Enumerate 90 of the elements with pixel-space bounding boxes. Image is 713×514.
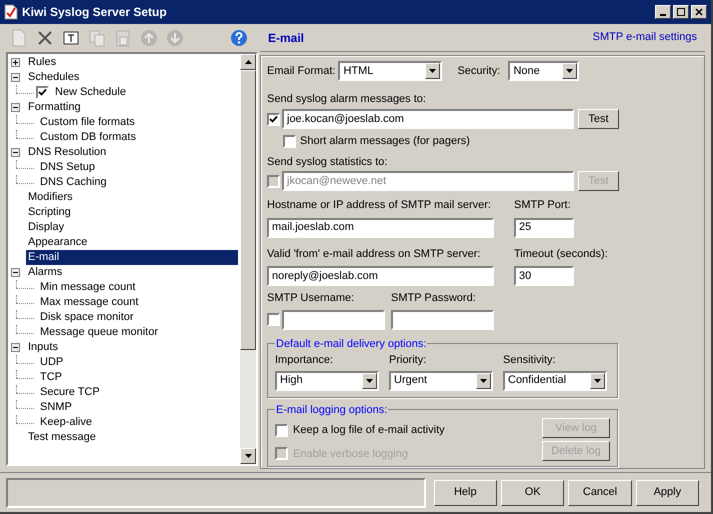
port-field[interactable]: 25: [514, 218, 574, 238]
push-button[interactable]: OK: [500, 480, 564, 506]
section-title: E-mail: [268, 30, 306, 46]
push-button[interactable]: Test: [578, 109, 619, 129]
checkbox-label: Short alarm messages (for pagers): [300, 134, 470, 149]
caret-icon: [566, 69, 574, 73]
tree-item[interactable]: Test message: [26, 430, 98, 445]
field-label: Email Format:: [267, 64, 336, 79]
app-icon: [4, 4, 18, 20]
email-format-dropdown[interactable]: HTML: [338, 61, 442, 81]
tree-item[interactable]: Display: [26, 220, 66, 235]
checkbox-label: Keep a log file of e-mail activity: [293, 423, 445, 438]
field-label: SMTP Password:: [391, 291, 477, 306]
tree-item[interactable]: Formatting: [26, 100, 83, 115]
field-label: Hostname or IP address of SMTP mail server:: [267, 198, 492, 213]
tree-item[interactable]: Inputs: [26, 340, 60, 355]
collapse-icon[interactable]: [11, 103, 20, 112]
tree-item[interactable]: Keep-alive: [38, 415, 94, 430]
field-label: Sensitivity:: [503, 353, 557, 368]
option-dropdown[interactable]: Confidential: [503, 370, 607, 390]
scrollbar[interactable]: [240, 54, 256, 464]
tree-item[interactable]: Rules: [26, 55, 58, 70]
tree-item[interactable]: Custom file formats: [38, 115, 137, 130]
push-button[interactable]: Cancel: [568, 480, 632, 506]
option-dropdown[interactable]: Urgent: [389, 370, 493, 390]
tree-item[interactable]: UDP: [38, 355, 66, 370]
checkbox[interactable]: [267, 112, 280, 126]
help-icon[interactable]: [230, 29, 248, 47]
timeout-field[interactable]: 30: [514, 266, 574, 286]
tree-item[interactable]: New Schedule: [53, 85, 128, 100]
section-subtitle: SMTP e-mail settings: [592, 30, 697, 46]
tree-item[interactable]: Message queue monitor: [38, 325, 160, 340]
close-button[interactable]: [691, 5, 707, 19]
tree-item[interactable]: Min message count: [38, 280, 138, 295]
field-label: Priority:: [389, 353, 428, 368]
security-dropdown[interactable]: None: [508, 61, 580, 81]
collapse-icon[interactable]: [11, 343, 20, 352]
field-label: Timeout (seconds):: [514, 246, 608, 262]
minimize-button[interactable]: [655, 5, 671, 19]
option-dropdown[interactable]: High: [275, 370, 379, 390]
delete-icon[interactable]: [36, 29, 54, 47]
tree-item[interactable]: Scripting: [26, 205, 73, 220]
maximize-button[interactable]: [673, 5, 689, 19]
field-label: Importance:: [275, 353, 334, 368]
group-title: Default e-mail delivery options:: [275, 336, 428, 352]
caret-icon: [366, 378, 373, 382]
from-address-field[interactable]: noreply@joeslab.com: [267, 266, 494, 286]
collapse-icon[interactable]: [11, 148, 20, 157]
field-label: Send syslog alarm messages to:: [267, 92, 427, 105]
scroll-down-icon[interactable]: [244, 454, 252, 458]
tree-item[interactable]: Alarms: [26, 265, 64, 280]
field-label: Security:: [457, 64, 502, 79]
field-label: SMTP Port:: [514, 198, 572, 213]
rename-icon[interactable]: [62, 29, 80, 47]
collapse-icon[interactable]: [11, 268, 20, 277]
close-icon: [695, 8, 703, 16]
checkbox[interactable]: [275, 424, 288, 437]
email-field[interactable]: joe.kocan@joeslab.com: [282, 109, 574, 129]
push-button[interactable]: Help: [434, 480, 497, 506]
tree-item[interactable]: DNS Setup: [38, 160, 98, 175]
tree-item[interactable]: TCP: [38, 370, 64, 385]
checkbox[interactable]: [283, 134, 296, 148]
tree-item[interactable]: SNMP: [38, 400, 74, 415]
tree-item[interactable]: Secure TCP: [38, 385, 102, 400]
checkbox[interactable]: [267, 313, 280, 326]
collapse-icon[interactable]: [11, 73, 20, 82]
window-title: Kiwi Syslog Server Setup: [22, 4, 168, 21]
tree-item[interactable]: Modifiers: [26, 190, 75, 205]
hostname-field[interactable]: mail.joeslab.com: [267, 218, 494, 238]
caret-icon: [594, 378, 601, 382]
tree-item[interactable]: E-mail: [26, 250, 238, 265]
tree-item[interactable]: Schedules: [26, 70, 82, 85]
expand-icon[interactable]: [11, 58, 20, 67]
field-label: Valid 'from' e-mail address on SMTP server:: [267, 246, 482, 262]
field-label: Send syslog statistics to:: [267, 155, 388, 168]
maximize-icon: [677, 8, 685, 16]
tree-item[interactable]: Appearance: [26, 235, 90, 250]
tree-item[interactable]: DNS Caching: [38, 175, 109, 190]
tree-item[interactable]: Custom DB formats: [38, 130, 138, 145]
group-title: E-mail logging options:: [275, 402, 388, 418]
scroll-up-icon[interactable]: [244, 60, 252, 64]
caret-icon: [480, 378, 487, 382]
tree-item[interactable]: DNS Resolution: [26, 145, 108, 160]
password-field[interactable]: [391, 310, 494, 330]
username-field[interactable]: [282, 310, 385, 330]
push-button[interactable]: Apply: [636, 480, 700, 506]
field-label: SMTP Username:: [267, 291, 356, 306]
tree-item[interactable]: Disk space monitor: [38, 310, 136, 325]
tree-item[interactable]: Max message count: [38, 295, 140, 310]
caret-icon: [429, 69, 436, 73]
